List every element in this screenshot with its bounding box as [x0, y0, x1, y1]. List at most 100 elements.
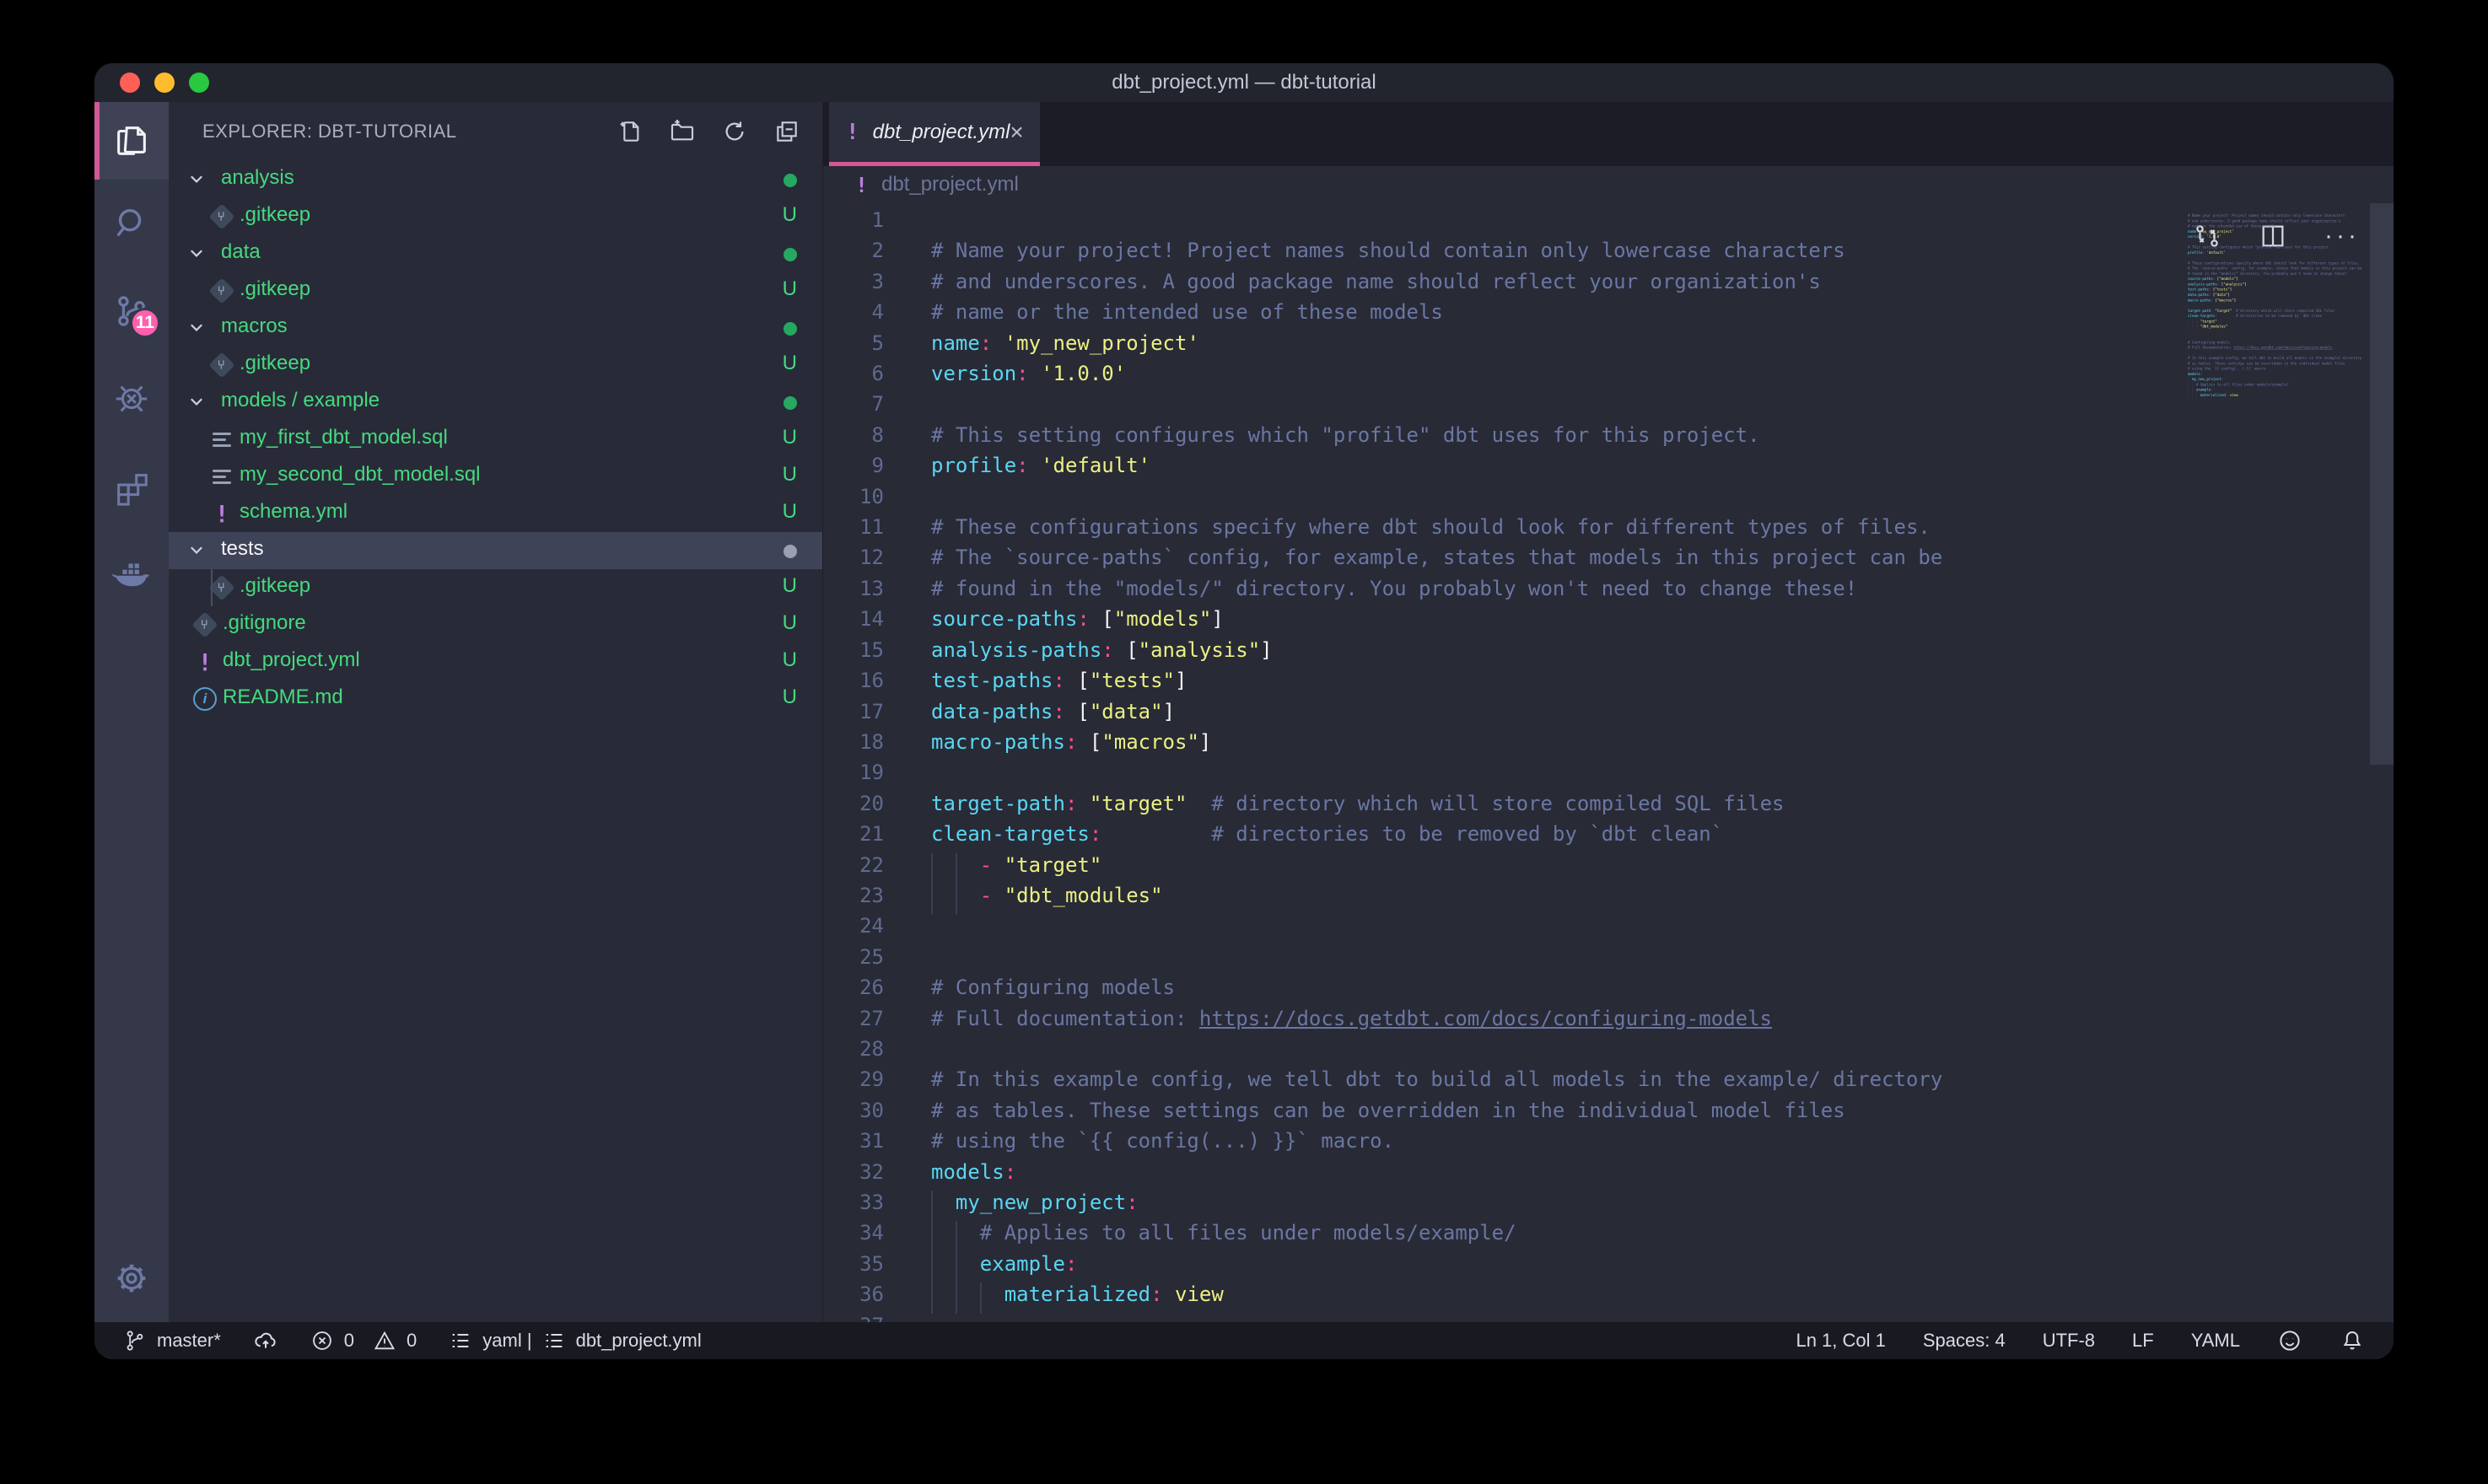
code-line-24[interactable]: 24: [823, 914, 2394, 944]
code-line-1[interactable]: 1: [823, 208, 2394, 239]
code-line-25[interactable]: 25: [823, 945, 2394, 976]
docker-icon: [110, 555, 153, 594]
code-text: materialized: view: [931, 1282, 1224, 1313]
code-line-29[interactable]: 29# In this example config, we tell dbt …: [823, 1067, 2394, 1098]
code-line-16[interactable]: 16test-paths: ["tests"]: [823, 669, 2394, 699]
new-file-icon[interactable]: [617, 118, 644, 145]
git-untracked-badge: U: [783, 500, 797, 524]
tree-item-models-example[interactable]: models / example: [169, 384, 822, 421]
activity-item-run-debug[interactable]: [94, 355, 169, 443]
feedback-smiley-icon[interactable]: [2277, 1328, 2302, 1353]
code-line-5[interactable]: 5name: 'my_new_project': [823, 331, 2394, 362]
code-line-35[interactable]: 35 example:: [823, 1252, 2394, 1282]
code-line-37[interactable]: 37: [823, 1314, 2394, 1322]
git-modified-dot-badge: [784, 322, 797, 336]
tree-item-schema-yml[interactable]: !schema.ymlU: [169, 495, 822, 532]
collapse-folders-icon[interactable]: [773, 118, 800, 145]
chevron-down-icon: [187, 392, 206, 411]
tree-item-analysis[interactable]: analysis: [169, 161, 822, 198]
tree-item--gitignore[interactable]: ⑂.gitignoreU: [169, 606, 822, 643]
code-line-21[interactable]: 21clean-targets: # directories to be rem…: [823, 822, 2394, 852]
tree-item-my-first-dbt-model-sql[interactable]: my_first_dbt_model.sqlU: [169, 421, 822, 458]
code-line-34[interactable]: 34 # Applies to all files under models/e…: [823, 1221, 2394, 1251]
code-line-12[interactable]: 12# The `source-paths` config, for examp…: [823, 546, 2394, 576]
tab-dbt-project-yml[interactable]: ! dbt_project.yml ×: [829, 102, 1040, 166]
indentation-setting[interactable]: Spaces: 4: [1923, 1330, 2006, 1352]
eol-setting[interactable]: LF: [2132, 1330, 2154, 1352]
language-mode[interactable]: YAML: [2191, 1330, 2240, 1352]
code-text: name: 'my_new_project': [931, 331, 1199, 362]
tree-item--gitkeep[interactable]: ⑂.gitkeepU: [169, 569, 822, 606]
close-window-button[interactable]: [120, 73, 140, 93]
activity-item-docker[interactable]: [94, 530, 169, 618]
sync-changes[interactable]: [253, 1328, 278, 1353]
code-line-28[interactable]: 28: [823, 1037, 2394, 1067]
code-line-31[interactable]: 31# using the `{{ config(...) }}` macro.: [823, 1129, 2394, 1159]
code-line-36[interactable]: 36 materialized: view: [823, 1282, 2394, 1313]
code-text: # name or the intended use of these mode…: [931, 300, 1443, 331]
tree-item--gitkeep[interactable]: ⑂.gitkeepU: [169, 347, 822, 384]
tree-item--gitkeep[interactable]: ⑂.gitkeepU: [169, 272, 822, 309]
tree-item-data[interactable]: data: [169, 235, 822, 272]
code-line-14[interactable]: 14source-paths: ["models"]: [823, 607, 2394, 637]
activity-item-source-control[interactable]: 11: [94, 267, 169, 355]
tree-item-macros[interactable]: macros: [169, 309, 822, 347]
code-text: # The `source-paths` config, for example…: [931, 546, 1942, 576]
close-tab-icon[interactable]: ×: [1010, 121, 1023, 144]
code-line-7[interactable]: 7: [823, 392, 2394, 422]
code-line-22[interactable]: 22 - "target": [823, 853, 2394, 884]
code-line-30[interactable]: 30# as tables. These settings can be ove…: [823, 1099, 2394, 1129]
code-line-20[interactable]: 20target-path: "target" # directory whic…: [823, 792, 2394, 822]
code-line-32[interactable]: 32models:: [823, 1160, 2394, 1191]
problems-indicator[interactable]: 0 0: [310, 1329, 417, 1352]
code-text: macro-paths: ["macros"]: [2188, 298, 2236, 303]
code-line-27[interactable]: 27# Full documentation: https://docs.get…: [823, 1007, 2394, 1037]
code-line-26[interactable]: 26# Configuring models: [823, 976, 2394, 1006]
code-line-23[interactable]: 23 - "dbt_modules": [823, 884, 2394, 914]
editor-scrollbar[interactable]: [2370, 203, 2394, 765]
code-line-6[interactable]: 6version: '1.0.0': [823, 362, 2394, 392]
tree-item-label: .gitkeep: [240, 574, 310, 598]
code-text: profile: 'default': [2188, 250, 2226, 255]
code-line-3[interactable]: 3# and underscores. A good package name …: [823, 270, 2394, 300]
breadcrumb[interactable]: ! dbt_project.yml: [823, 166, 2394, 203]
git-branch-indicator[interactable]: master*: [123, 1329, 221, 1352]
code-editor[interactable]: 12# Name your project! Project names sho…: [823, 203, 2394, 1322]
file-language-indicator[interactable]: yaml | dbt_project.yml: [449, 1329, 701, 1352]
git-file-icon: ⑂: [192, 612, 218, 637]
activity-item-explorer[interactable]: [94, 102, 169, 180]
activity-item-search[interactable]: [94, 180, 169, 267]
tree-item-my-second-dbt-model-sql[interactable]: my_second_dbt_model.sqlU: [169, 458, 822, 495]
code-line-4[interactable]: 4# name or the intended use of these mod…: [823, 300, 2394, 331]
minimap[interactable]: # Name your project! Project names shoul…: [2188, 208, 2368, 562]
git-untracked-badge: U: [783, 352, 797, 375]
activity-item-settings[interactable]: [94, 1234, 169, 1322]
tree-item-readme-md[interactable]: iREADME.mdU: [169, 680, 822, 718]
refresh-icon[interactable]: [721, 118, 748, 145]
tree-item--gitkeep[interactable]: ⑂.gitkeepU: [169, 198, 822, 235]
code-line-18[interactable]: 18macro-paths: ["macros"]: [823, 730, 2394, 761]
notifications-bell-icon[interactable]: [2340, 1328, 2365, 1353]
code-line-17[interactable]: 17data-paths: ["data"]: [823, 700, 2394, 730]
minimize-window-button[interactable]: [154, 73, 175, 93]
activity-item-extensions[interactable]: [94, 443, 169, 530]
line-number: 10: [823, 485, 884, 515]
code-line-2[interactable]: 2# Name your project! Project names shou…: [823, 239, 2394, 269]
code-line-10[interactable]: 10: [823, 485, 2394, 515]
code-line-37: [2188, 398, 2219, 403]
code-line-9[interactable]: 9profile: 'default': [823, 454, 2394, 484]
code-line-15[interactable]: 15analysis-paths: ["analysis"]: [823, 638, 2394, 669]
tree-item-tests[interactable]: tests: [169, 532, 822, 569]
code-line-8[interactable]: 8# This setting configures which "profil…: [823, 423, 2394, 454]
tree-item-dbt-project-yml[interactable]: !dbt_project.ymlU: [169, 643, 822, 680]
code-line-11[interactable]: 11# These configurations specify where d…: [823, 515, 2394, 546]
cursor-position[interactable]: Ln 1, Col 1: [1796, 1330, 1885, 1352]
editor-group: ! dbt_project.yml ×: [822, 102, 2394, 1322]
code-line-19[interactable]: 19: [823, 761, 2394, 791]
tree-item-label: tests: [221, 537, 264, 561]
code-line-13[interactable]: 13# found in the "models/" directory. Yo…: [823, 577, 2394, 607]
encoding-setting[interactable]: UTF-8: [2043, 1330, 2095, 1352]
zoom-window-button[interactable]: [189, 73, 209, 93]
new-folder-icon[interactable]: [669, 118, 696, 145]
code-line-33[interactable]: 33 my_new_project:: [823, 1191, 2394, 1221]
